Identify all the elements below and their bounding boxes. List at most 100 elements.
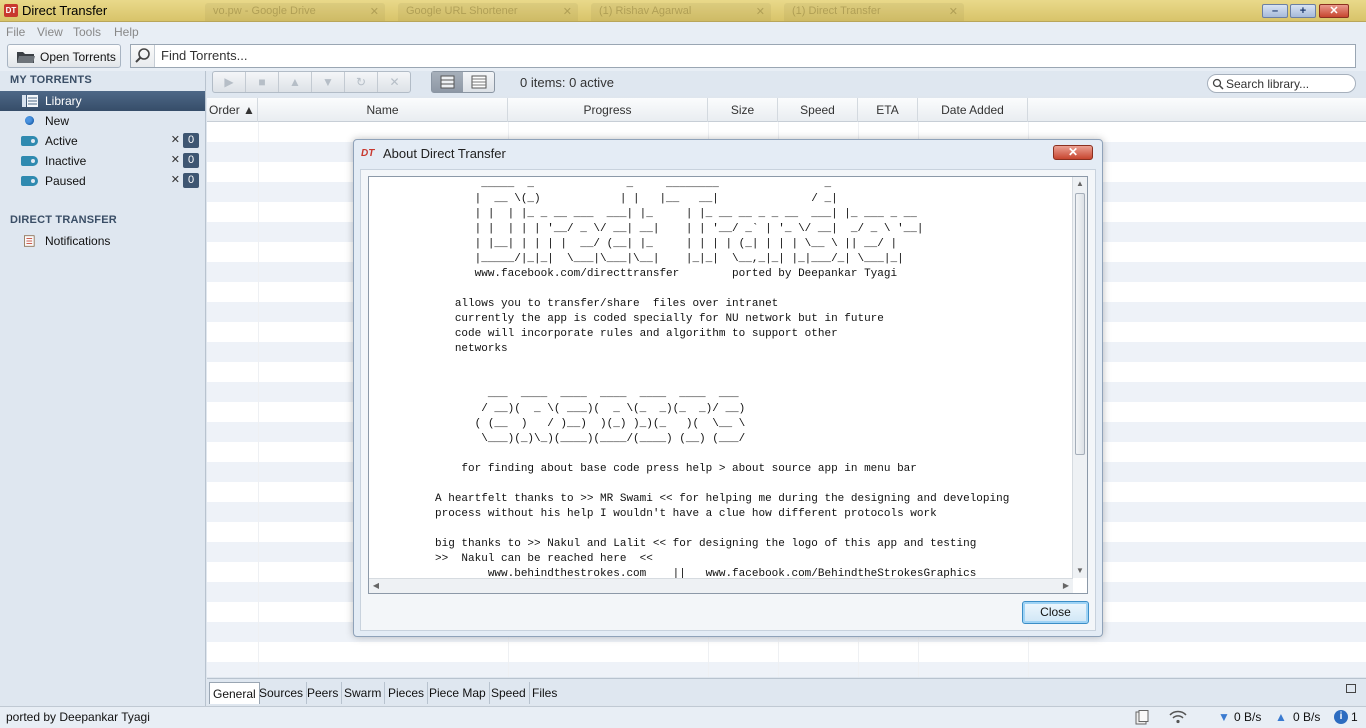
detail-tabs: General Sources Peers Swarm Pieces Piece… (207, 678, 1366, 705)
dialog-body: _____ _ _ ________ _ | __ \(_) | | |__ _… (360, 169, 1096, 631)
maximize-button[interactable]: + (1290, 4, 1316, 18)
vertical-scrollbar[interactable]: ▲ ▼ (1072, 177, 1087, 578)
tab-general[interactable]: General (209, 682, 260, 704)
background-tab[interactable]: vo.pw - Google Drive ✕ (205, 3, 385, 21)
direct-transfer-heading: DIRECT TRANSFER (10, 214, 117, 226)
scroll-left-icon[interactable]: ◀ (369, 579, 383, 593)
tab-peers[interactable]: Peers (304, 682, 343, 704)
tag-icon (21, 136, 38, 146)
tab-swarm[interactable]: Swarm (341, 682, 386, 704)
app-logo-icon: DT (4, 4, 18, 17)
background-tab-label: vo.pw - Google Drive (213, 5, 316, 17)
move-up-icon[interactable]: ▲ (279, 72, 312, 92)
folder-icon (17, 52, 35, 63)
search-row: Open Torrents (0, 41, 1366, 71)
library-search-input[interactable] (1226, 77, 1352, 91)
notifications-icon (24, 235, 35, 247)
scroll-thumb[interactable] (1075, 193, 1085, 455)
tab-close-icon[interactable]: ✕ (563, 5, 572, 18)
about-text-area[interactable]: _____ _ _ ________ _ | __ \(_) | | |__ _… (368, 176, 1088, 594)
tab-close-icon[interactable]: ✕ (370, 5, 379, 18)
tab-piece-map[interactable]: Piece Map (426, 682, 490, 704)
background-tab-label: Google URL Shortener (406, 5, 518, 17)
count-badge: 0 (183, 173, 199, 188)
tab-close-icon[interactable]: ✕ (756, 5, 765, 18)
detail-view-icon[interactable] (432, 72, 463, 92)
menu-tools[interactable]: Tools (73, 25, 101, 39)
info-count: 1 (1351, 710, 1358, 724)
column-date-added[interactable]: Date Added (918, 98, 1028, 122)
close-button[interactable]: Close (1022, 601, 1089, 624)
dialog-title: About Direct Transfer (383, 146, 506, 161)
tab-speed[interactable]: Speed (488, 682, 530, 704)
background-tab[interactable]: (1) Rishav Agarwal ✕ (591, 3, 771, 21)
column-eta[interactable]: ETA (858, 98, 918, 122)
move-down-icon[interactable]: ▼ (312, 72, 345, 92)
sidebar-item-label: New (45, 114, 70, 128)
background-tab-label: (1) Direct Transfer (792, 5, 881, 17)
sidebar-item-paused[interactable]: Paused ✕ 0 (0, 171, 205, 191)
remove-icon[interactable]: ✕ (378, 72, 411, 92)
stop-icon[interactable]: ■ (246, 72, 279, 92)
tag-icon (21, 156, 38, 166)
sidebar-item-active[interactable]: Active ✕ 0 (0, 131, 205, 151)
remove-icon[interactable]: ✕ (171, 133, 180, 146)
upload-rate: 0 B/s (1293, 710, 1321, 724)
find-torrents-input[interactable] (161, 48, 1341, 63)
network-icon[interactable] (1169, 710, 1187, 724)
sidebar: MY TORRENTS Library New Active ✕ 0 Inact… (0, 71, 206, 706)
items-status: 0 items: 0 active (520, 75, 614, 90)
column-speed[interactable]: Speed (778, 98, 858, 122)
table-row (207, 662, 1366, 677)
open-torrents-button[interactable]: Open Torrents (7, 44, 121, 68)
column-size[interactable]: Size (708, 98, 778, 122)
about-text: _____ _ _ ________ _ | __ \(_) | | |__ _… (435, 178, 1010, 580)
minimize-button[interactable]: – (1262, 4, 1288, 18)
dialog-close-icon[interactable]: ✕ (1053, 145, 1093, 160)
status-bar: ported by Deepankar Tyagi ▼ 0 B/s ▲ 0 B/… (0, 706, 1366, 728)
horizontal-scrollbar[interactable]: ◀ ▶ (369, 578, 1073, 593)
new-dot-icon (25, 116, 34, 125)
clipboard-icon[interactable] (1135, 710, 1149, 725)
tab-sources[interactable]: Sources (256, 682, 308, 704)
download-rate: 0 B/s (1234, 710, 1262, 724)
info-icon[interactable]: i (1334, 710, 1348, 724)
scroll-down-icon[interactable]: ▼ (1073, 564, 1087, 578)
sidebar-item-label: Library (45, 94, 82, 108)
sidebar-item-new[interactable]: New (0, 111, 205, 131)
list-view-icon[interactable] (464, 72, 495, 92)
open-torrents-label: Open Torrents (40, 50, 116, 64)
tab-pieces[interactable]: Pieces (385, 682, 429, 704)
sidebar-item-notifications[interactable]: Notifications (0, 231, 205, 251)
column-name[interactable]: Name (258, 98, 508, 122)
menu-view[interactable]: View (37, 25, 63, 39)
scroll-up-icon[interactable]: ▲ (1073, 177, 1087, 191)
library-icon (22, 95, 38, 107)
window-close-button[interactable]: ✕ (1319, 4, 1349, 18)
menu-file[interactable]: File (6, 25, 25, 39)
tab-close-icon[interactable]: ✕ (949, 5, 958, 18)
background-tab[interactable]: (1) Direct Transfer ✕ (784, 3, 964, 21)
toolbar: ▶ ■ ▲ ▼ ↻ ✕ 0 items: 0 active (207, 71, 1366, 96)
menu-help[interactable]: Help (114, 25, 139, 39)
count-badge: 0 (183, 133, 199, 148)
status-text: ported by Deepankar Tyagi (6, 710, 150, 724)
sidebar-item-inactive[interactable]: Inactive ✕ 0 (0, 151, 205, 171)
library-search (1207, 74, 1356, 93)
sidebar-item-library[interactable]: Library (0, 91, 205, 111)
sidebar-item-label: Inactive (45, 154, 87, 168)
tab-files[interactable]: Files (529, 682, 560, 704)
count-badge: 0 (183, 153, 199, 168)
view-toggle (431, 71, 495, 93)
title-bar: DT Direct Transfer vo.pw - Google Drive ✕… (0, 0, 1366, 22)
search-icon[interactable] (131, 45, 155, 67)
remove-icon[interactable]: ✕ (171, 173, 180, 186)
play-icon[interactable]: ▶ (213, 72, 246, 92)
background-tab[interactable]: Google URL Shortener ✕ (398, 3, 578, 21)
refresh-icon[interactable]: ↻ (345, 72, 378, 92)
column-order[interactable]: Order ▲ (207, 98, 258, 122)
scroll-right-icon[interactable]: ▶ (1059, 579, 1073, 593)
remove-icon[interactable]: ✕ (171, 153, 180, 166)
column-progress[interactable]: Progress (508, 98, 708, 122)
restore-panel-icon[interactable] (1346, 684, 1356, 693)
